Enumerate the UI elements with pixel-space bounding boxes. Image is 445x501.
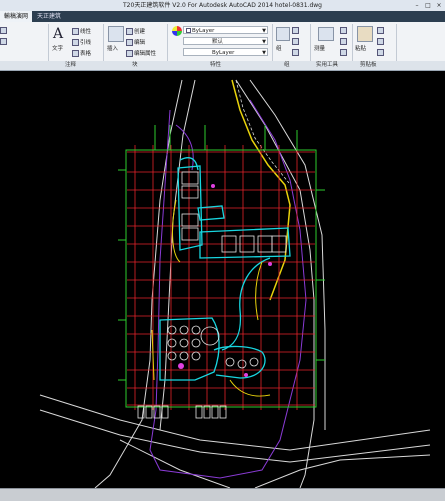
group-button-label[interactable]: 组 xyxy=(276,44,282,52)
ungroup-icon[interactable] xyxy=(292,27,300,34)
tab-tangent[interactable]: 天正建筑 xyxy=(33,11,65,22)
panel-utilities[interactable]: 实用工具 xyxy=(316,61,338,70)
text-large-icon[interactable]: A xyxy=(53,27,63,41)
maximize-icon[interactable]: □ xyxy=(423,1,433,10)
ribbon: A 文字 线性 引线 表格 插入 创建 编辑 编辑属性 ByLayer ▼ 默认 ▼… xyxy=(0,22,445,62)
table-button[interactable]: 表格 xyxy=(72,49,91,57)
group-edit-icon[interactable] xyxy=(292,38,300,45)
panel-properties[interactable]: 特性 xyxy=(210,61,221,70)
table-label: 表格 xyxy=(80,51,92,57)
copy-icon[interactable] xyxy=(377,38,385,45)
color-swatch-icon xyxy=(186,28,191,33)
edit-block-button[interactable]: 编辑 xyxy=(126,38,145,46)
calculator-icon[interactable] xyxy=(340,38,348,45)
chevron-down-icon: ▼ xyxy=(262,39,266,45)
paste-button-label[interactable]: 粘贴 xyxy=(355,44,366,52)
cut-icon[interactable] xyxy=(377,27,385,34)
create-block-button[interactable]: 创建 xyxy=(126,27,145,35)
create-label: 创建 xyxy=(134,29,146,35)
chevron-down-icon: ▼ xyxy=(262,50,266,56)
linetype-combo[interactable]: ByLayer ▼ xyxy=(183,48,268,56)
panel-title-bar: 注释 块 特性 组 实用工具 剪贴板 xyxy=(0,61,445,71)
edit-attributes-icon xyxy=(126,50,133,57)
tab-output[interactable]: 輸稿演网 xyxy=(0,11,33,22)
leader-icon xyxy=(72,39,79,46)
left-cut-button-2[interactable] xyxy=(0,38,8,45)
title-bar: T20天正建筑软件 V2.0 For Autodesk AutoCAD 2014… xyxy=(0,0,445,11)
lineweight-combo-value: 默认 xyxy=(212,39,224,45)
leader-button[interactable]: 引线 xyxy=(72,38,91,46)
ribbon-tabs: 輸稿演网 天正建筑 xyxy=(0,11,445,22)
color-wheel-icon[interactable] xyxy=(172,26,182,36)
road-centerline xyxy=(235,79,290,184)
linear-dim-label: 线性 xyxy=(80,29,92,35)
drawing-svg[interactable] xyxy=(0,71,445,489)
chevron-down-icon: ▼ xyxy=(262,28,266,34)
text-button-label[interactable]: 文字 xyxy=(52,44,63,52)
edit-block-icon xyxy=(126,39,133,46)
left-cut-button[interactable] xyxy=(0,27,8,34)
leader-label: 引线 xyxy=(80,40,92,46)
insert-button-label[interactable]: 插入 xyxy=(107,44,118,52)
paste-icon[interactable] xyxy=(357,26,373,42)
color-combo-value: ByLayer xyxy=(192,28,215,34)
group-select-icon[interactable] xyxy=(292,49,300,56)
axis-grid-red xyxy=(127,145,315,410)
measure-button-label[interactable]: 测量 xyxy=(314,44,325,52)
quick-select-icon[interactable] xyxy=(340,27,348,34)
group-icon[interactable] xyxy=(276,27,290,41)
match-properties-icon[interactable] xyxy=(377,49,385,56)
status-bar xyxy=(0,488,445,501)
linear-dim-icon xyxy=(72,28,79,35)
window-title: T20天正建筑软件 V2.0 For Autodesk AutoCAD 2014… xyxy=(123,2,322,9)
linear-dim-button[interactable]: 线性 xyxy=(72,27,91,35)
panel-annotation[interactable]: 注释 xyxy=(65,61,76,70)
table-icon xyxy=(72,50,79,57)
panel-clipboard[interactable]: 剪贴板 xyxy=(360,61,377,70)
id-point-icon[interactable] xyxy=(340,49,348,56)
linetype-combo-value: ByLayer xyxy=(212,50,235,56)
edit-attributes-button[interactable]: 编辑属性 xyxy=(126,49,156,57)
edit-attr-label: 编辑属性 xyxy=(134,51,157,57)
lineweight-combo[interactable]: 默认 ▼ xyxy=(183,37,268,45)
edit-label: 编辑 xyxy=(134,40,146,46)
site-outline-lines xyxy=(39,79,431,489)
drawing-canvas[interactable] xyxy=(0,71,445,489)
color-combo[interactable]: ByLayer ▼ xyxy=(183,26,268,34)
measure-icon[interactable] xyxy=(318,27,334,41)
create-block-icon xyxy=(126,28,133,35)
rooms-white xyxy=(137,171,287,419)
insert-block-icon[interactable] xyxy=(108,26,124,42)
panel-block[interactable]: 块 xyxy=(132,61,138,70)
panel-group[interactable]: 组 xyxy=(284,61,290,70)
minimize-icon[interactable]: – xyxy=(412,1,422,10)
close-icon[interactable]: × xyxy=(434,1,444,10)
